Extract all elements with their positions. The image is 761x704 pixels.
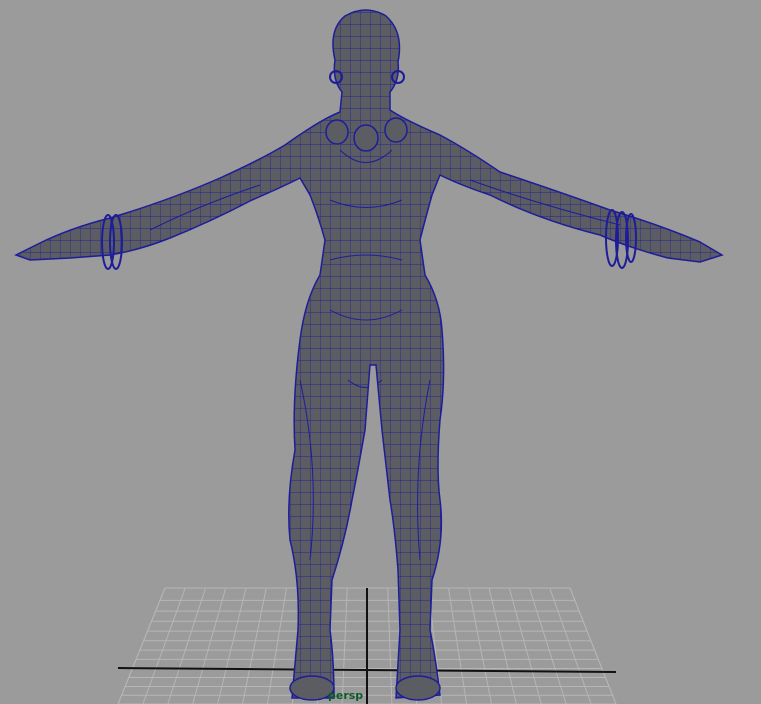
- humanoid-mesh[interactable]: [0, 0, 761, 704]
- perspective-viewport[interactable]: persp: [0, 0, 761, 704]
- camera-name-label: persp: [328, 689, 364, 702]
- feet: [289, 675, 441, 701]
- viewport-canvas[interactable]: [0, 0, 761, 704]
- ground-grid: [117, 587, 617, 704]
